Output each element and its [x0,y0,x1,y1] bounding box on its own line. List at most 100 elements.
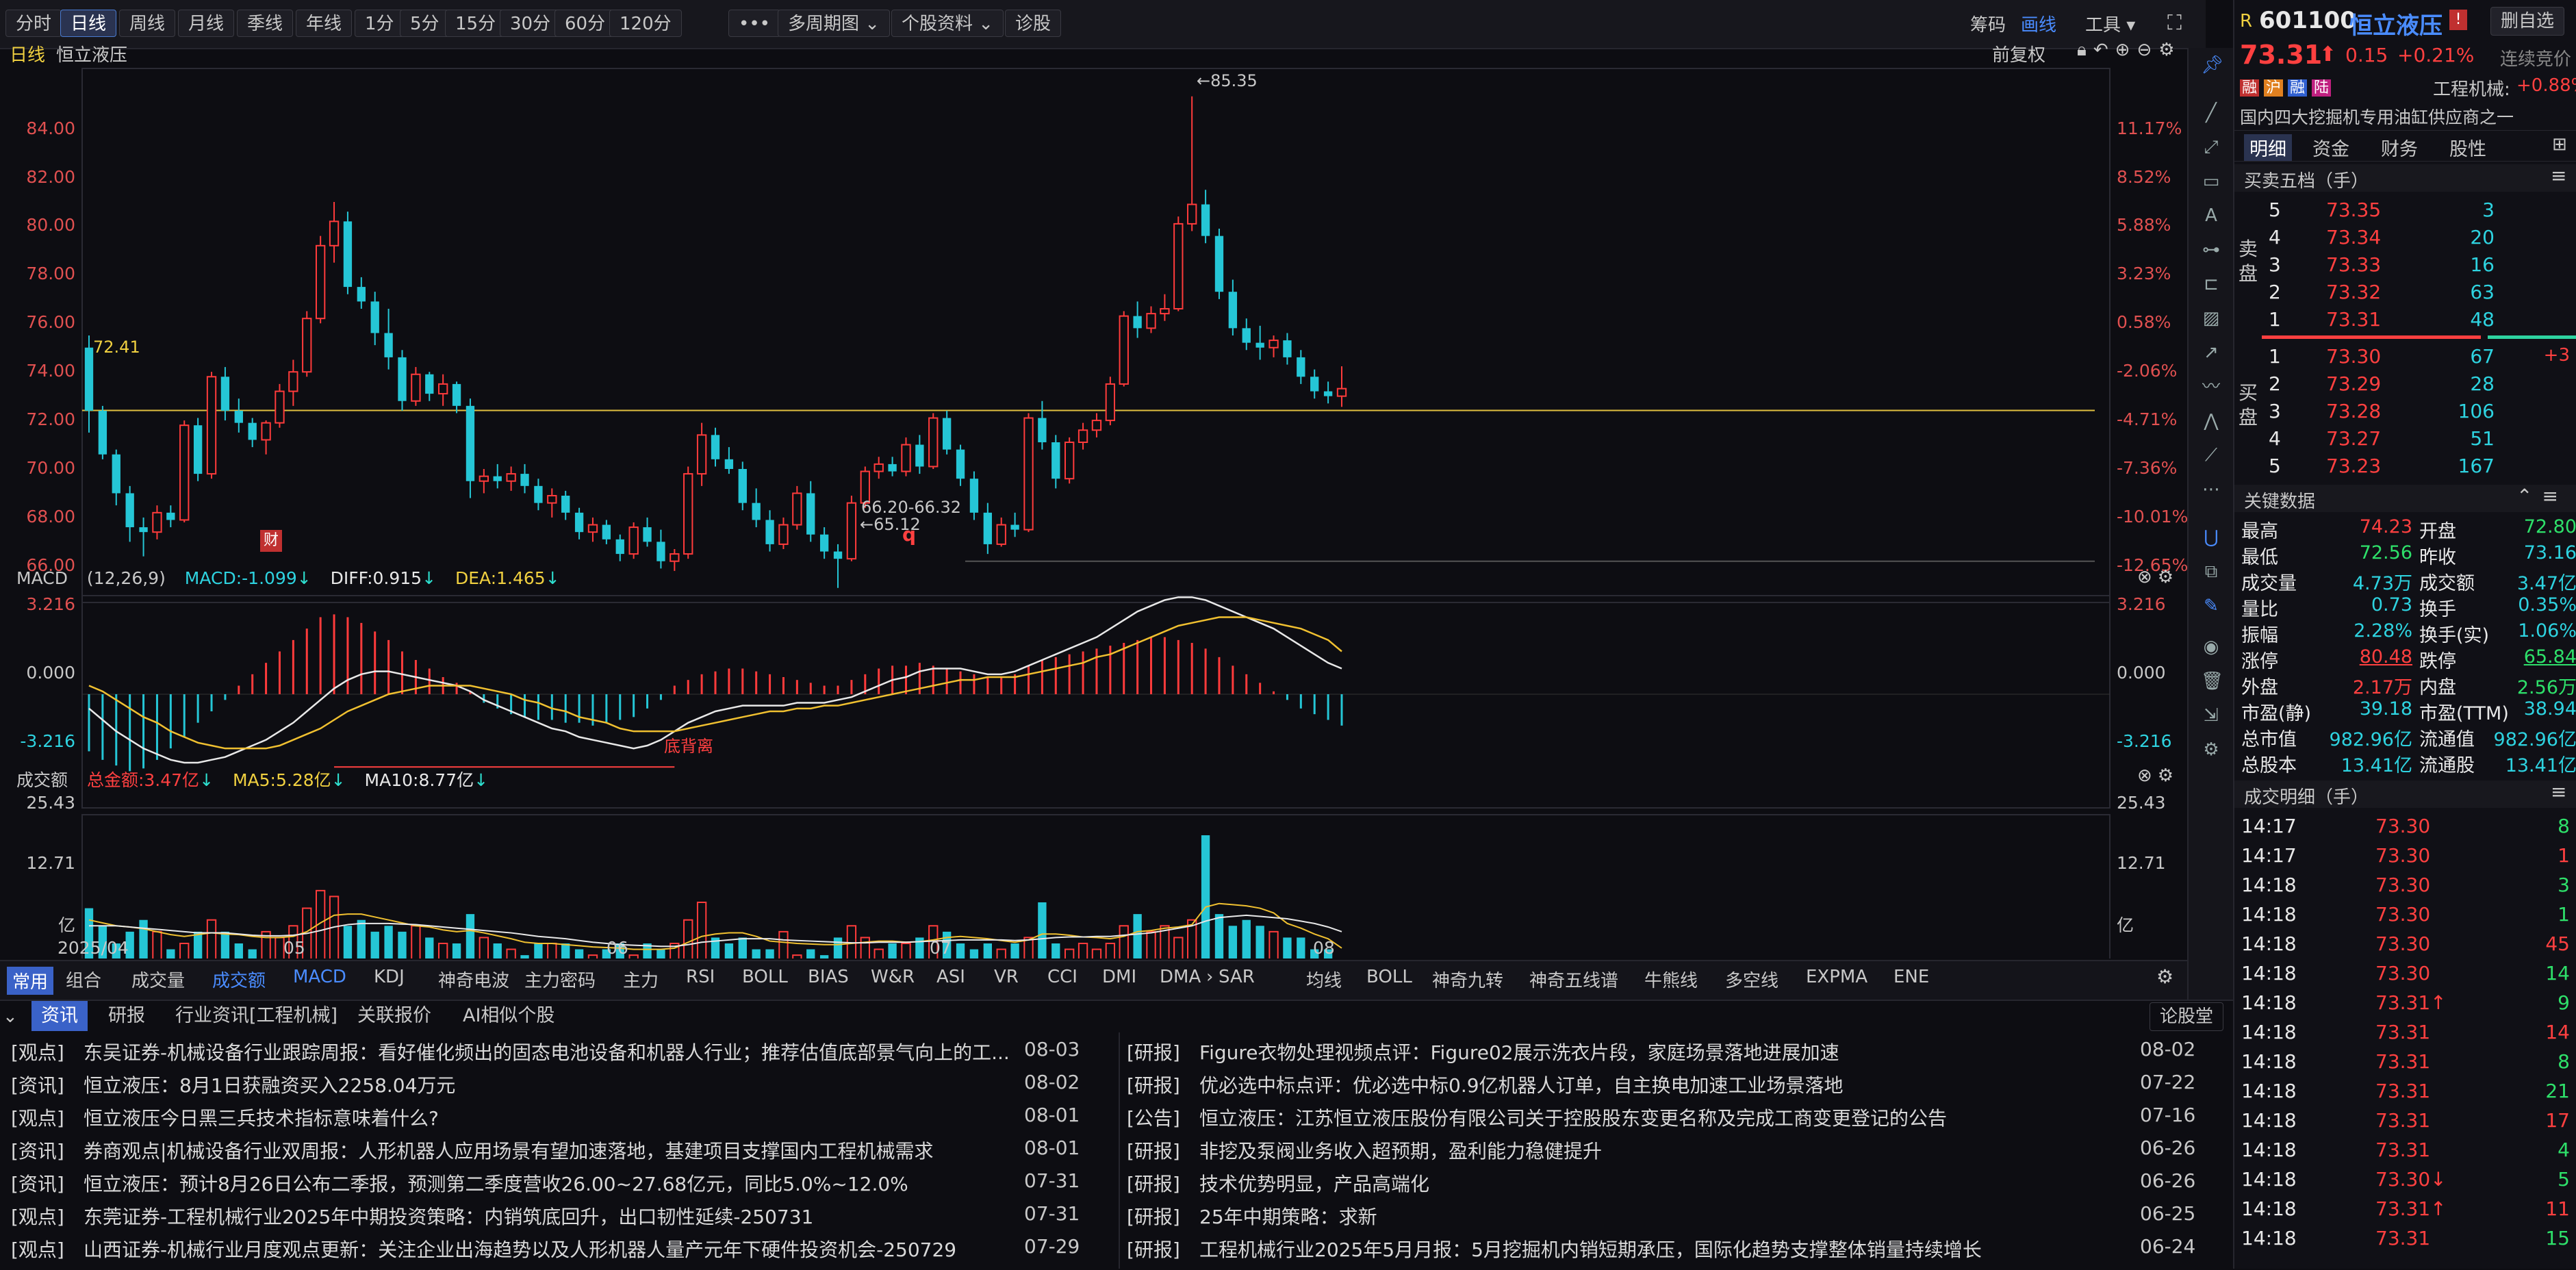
gear-icon[interactable]: ⚙ [2158,765,2179,786]
pencil-icon[interactable]: ✎ [2201,596,2221,616]
copy-icon[interactable]: ⧉ [2201,561,2221,582]
stock-name[interactable]: 恒立液压 [2349,7,2443,40]
indicator-scroll-right[interactable]: › [1206,967,1213,987]
news-headline[interactable]: 东吴证券-机械设备行业跟踪周报：看好催化频出的固态电池设备和机器人行业；推荐估值… [84,1038,1010,1065]
quote-tab-3[interactable]: 股性 [2449,134,2486,161]
bid-price[interactable]: 73.29 [2326,372,2381,395]
macd-name[interactable]: MACD [16,568,68,588]
bid-price[interactable]: 73.23 [2326,455,2381,477]
ask-price[interactable]: 73.33 [2326,253,2381,276]
overlay-tab-4[interactable]: 牛熊线 [1644,967,1698,992]
news-headline[interactable]: 非挖及泵阀业务收入超预期，盈利能力稳健提升 [1199,1136,1602,1164]
wave-tool-icon[interactable]: 〰 [2201,377,2221,397]
period-button-11[interactable]: 120分 [609,10,682,37]
text-tool-icon[interactable]: A [2201,205,2221,226]
segment-tool-icon[interactable]: ⊶ [2201,240,2221,260]
financial-report-badge[interactable]: 财 [260,530,282,552]
pin-icon[interactable]: 📌︎ [2201,55,2223,75]
period-button-3[interactable]: 月线 [178,10,235,37]
magnet-icon[interactable]: ⋃ [2201,527,2221,548]
news-headline[interactable]: 恒立液压今日黑三兵技术指标意味着什么? [84,1104,439,1131]
news-tab-2[interactable]: 行业资讯[工程机械] [166,1001,347,1031]
tools-dropdown[interactable]: 工具 ▾ [2085,11,2135,36]
indicator-tab-16[interactable]: DMI [1102,967,1136,987]
diagnose-button[interactable]: 诊股 [1005,10,1062,37]
ask-price[interactable]: 73.35 [2326,199,2381,221]
overlay-tab-5[interactable]: 多空线 [1725,967,1778,992]
fullscreen-icon[interactable]: ⛶ [2167,11,2182,35]
indicator-tab-3[interactable]: 成交额 [212,967,266,992]
rect-tool-icon[interactable]: ▭ [2201,171,2221,192]
multi-period-dropdown[interactable]: 多周期图 ⌄ [778,10,891,37]
export-icon[interactable]: ⇲ [2201,705,2221,726]
kline-chart[interactable] [0,48,2187,958]
news-tab-1[interactable]: 研报 [99,1001,155,1031]
settings-icon[interactable]: ⚙ [2201,739,2221,760]
macd-controls[interactable]: ⊗⚙ [2137,567,2179,587]
eye-icon[interactable]: ◉ [2201,637,2221,657]
ask-price[interactable]: 73.31 [2326,308,2381,331]
news-headline[interactable]: 恒立液压：江苏恒立液压股份有限公司关于控股股东变更名称及完成工商变更登记的公告 [1199,1104,1947,1131]
indicator-tab-6[interactable]: 神奇电波 [438,967,509,992]
close-icon[interactable]: ⊗ [2137,567,2158,587]
indicator-tab-18[interactable]: SAR [1219,967,1255,987]
news-headline[interactable]: 东莞证券-工程机械行业2025年中期投资策略：内销筑底回升，出口韧性延续-250… [84,1202,813,1230]
news-headline[interactable]: 25年中期策略：求新 [1199,1202,1377,1230]
news-headline[interactable]: 山西证券-机械行业月度观点更新：关注企业出海趋势以及人形机器人量产元年下硬件投资… [84,1235,956,1262]
zigzag-tool-icon[interactable]: ⋀ [2201,411,2221,431]
indicator-tab-11[interactable]: BIAS [808,967,849,987]
more-periods-button[interactable]: ••• [728,10,781,37]
indicator-tab-2[interactable]: 成交量 [131,967,185,992]
ask-price[interactable]: 73.34 [2326,226,2381,249]
line-tool-icon[interactable]: ╱ [2201,103,2221,123]
collapse-up-icon[interactable]: ⌃ [2516,485,2542,507]
volume-controls[interactable]: ⊗⚙ [2137,765,2179,786]
indicator-tab-8[interactable]: 主力 [623,967,659,992]
news-headline[interactable]: 工程机械行业2025年5月月报：5月挖掘机内销短期承压，国际化趋势支撑整体销量持… [1199,1235,1982,1262]
channel-tool-icon[interactable]: ⊏ [2201,274,2221,294]
period-button-2[interactable]: 周线 [119,10,176,37]
quote-tab-1[interactable]: 资金 [2312,134,2349,161]
indicator-tab-10[interactable]: BOLL [742,967,788,987]
bid-price[interactable]: 73.28 [2326,400,2381,422]
overlay-tab-2[interactable]: 神奇九转 [1432,967,1503,992]
tag-margin-2[interactable]: 融 [2288,79,2308,97]
gear-icon[interactable]: ⚙ [2156,965,2173,988]
image-tool-icon[interactable]: ▨ [2201,308,2221,329]
trash-icon[interactable]: 🗑︎ [2201,671,2223,691]
menu-icon[interactable]: ≡ [2551,164,2566,187]
indicator-tab-5[interactable]: KDJ [374,967,405,987]
quote-tab-0[interactable]: 明细 [2244,134,2292,161]
news-headline[interactable]: Figure衣物处理视频点评：Figure02展示洗衣片段，家庭场景落地进展加速 [1199,1038,1839,1065]
bid-price[interactable]: 73.30 [2326,345,2381,368]
indicator-tab-12[interactable]: W&R [871,967,915,987]
news-headline[interactable]: 券商观点|机械设备行业双周报：人形机器人应用场景有望加速落地，基建项目支撑国内工… [84,1136,933,1164]
indicator-tab-0[interactable]: 常用 [7,967,54,995]
indicator-tab-14[interactable]: VR [994,967,1019,987]
indicator-tab-15[interactable]: CCI [1047,967,1077,987]
ask-price[interactable]: 73.32 [2326,281,2381,303]
indicator-tab-4[interactable]: MACD [293,967,346,987]
collapse-icon[interactable]: ⌄ [3,1006,18,1027]
news-headline[interactable]: 恒立液压：8月1日获融资买入2258.04万元 [84,1071,455,1098]
period-button-9[interactable]: 30分 [500,10,561,37]
indicator-tab-17[interactable]: DMA [1160,967,1201,987]
overlay-tab-0[interactable]: 均线 [1306,967,1342,992]
quote-tab-2[interactable]: 财务 [2381,134,2418,161]
gear-icon[interactable]: ⚙ [2158,567,2179,587]
overlay-tab-1[interactable]: BOLL [1366,967,1412,987]
news-headline[interactable]: 技术优势明显，产品高端化 [1199,1169,1429,1197]
period-button-8[interactable]: 15分 [445,10,507,37]
news-headline[interactable]: 恒立液压：预计8月26日公布二季报，预测第二季度营收26.00~27.68亿元，… [84,1169,908,1197]
tag-connect[interactable]: 陆 [2312,79,2332,97]
overlay-tab-3[interactable]: 神奇五线谱 [1529,967,1618,992]
trend-tool-icon[interactable]: ⟋ [2201,445,2221,466]
industry-label[interactable]: 工程机械: [2433,75,2510,101]
chip-button[interactable]: 筹码 [1970,11,2006,36]
stock-info-dropdown[interactable]: 个股资料 ⌄ [891,10,1004,37]
period-button-6[interactable]: 1分 [355,10,405,37]
alert-icon[interactable]: ! [2449,10,2467,30]
period-button-4[interactable]: 季线 [237,10,294,37]
volume-name[interactable]: 成交额 [16,770,68,790]
arrow-tool-icon[interactable]: ↗ [2201,342,2221,363]
